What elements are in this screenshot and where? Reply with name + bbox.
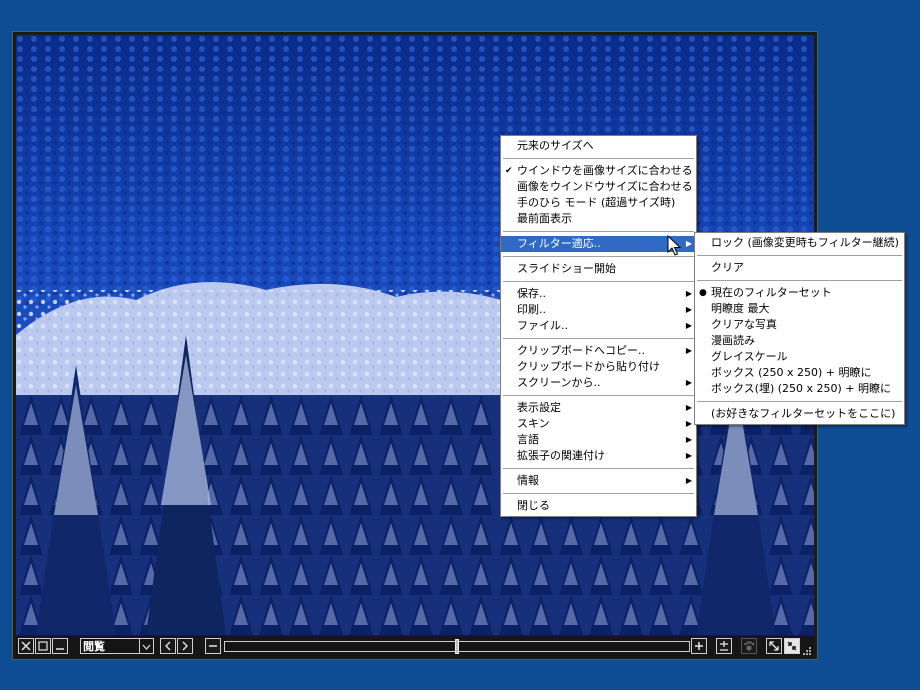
next-icon[interactable] [177,638,193,654]
zoom-slider[interactable] [224,639,690,654]
menu-item-max-sharpness[interactable]: 明瞭度 最大 [695,301,904,317]
menu-separator [503,256,694,257]
view-mode-select[interactable]: 閲覧 [80,638,154,654]
menu-item-file-association[interactable]: 拡張子の関連付け ▶ [501,448,696,464]
menu-item-label: 言語 [517,433,539,446]
menu-item-print[interactable]: 印刷.. ▶ [501,302,696,318]
shrink-icon[interactable] [784,638,800,654]
menu-item-filter-clear[interactable]: クリア [695,260,904,276]
close-icon[interactable] [18,638,34,654]
menu-item-label: 情報 [517,474,539,487]
menu-item-label: ウインドウを画像サイズに合わせる [517,164,693,177]
menu-item-file[interactable]: ファイル.. ▶ [501,318,696,334]
menu-item-copy-clipboard[interactable]: クリップボードへコピー.. ▶ [501,343,696,359]
submenu-arrow-icon: ▶ [685,305,692,314]
zoom-in-icon[interactable] [691,638,707,654]
expand-icon[interactable] [766,638,782,654]
check-icon: ✔ [505,166,513,176]
menu-item-fit-window-to-image[interactable]: ✔ ウインドウを画像サイズに合わせる [501,163,696,179]
menu-item-label: ファイル.. [517,319,568,332]
maximize-icon[interactable] [35,638,51,654]
menu-item-paste-clipboard[interactable]: クリップボードから貼り付け [501,359,696,375]
viewer-toolbar: 閲覧 [16,636,814,658]
menu-item-label: スクリーンから.. [517,376,601,389]
submenu-arrow-icon: ▶ [685,239,692,248]
view-mode-value: 閲覧 [83,640,105,653]
filter-submenu: ロック (画像変更時もフィルター継続) クリア ● 現在のフィルターセット 明瞭… [694,232,905,425]
menu-separator [503,231,694,232]
menu-item-label: 印刷.. [517,303,546,316]
previous-icon[interactable] [160,638,176,654]
submenu-arrow-icon: ▶ [685,321,692,330]
menu-item-box-fill[interactable]: ボックス(埋) (250 x 250) + 明瞭に [695,381,904,397]
chevron-down-icon [139,639,153,653]
menu-item-save[interactable]: 保存.. ▶ [501,286,696,302]
menu-item-fit-image-to-window[interactable]: 画像をウインドウサイズに合わせる [501,179,696,195]
menu-separator [503,338,694,339]
menu-separator [503,158,694,159]
submenu-arrow-icon: ▶ [685,435,692,444]
menu-item-manga[interactable]: 漫画読み [695,333,904,349]
context-menu: 元来のサイズへ ✔ ウインドウを画像サイズに合わせる 画像をウインドウサイズに合… [500,135,697,517]
submenu-arrow-icon: ▶ [685,378,692,387]
submenu-arrow-icon: ▶ [685,476,692,485]
menu-separator [503,493,694,494]
plus-minus-icon[interactable] [716,638,732,654]
menu-item-from-screen[interactable]: スクリーンから.. ▶ [501,375,696,391]
minimize-icon[interactable] [52,638,68,654]
menu-separator [503,281,694,282]
zoom-slider-thumb[interactable] [455,639,459,654]
radio-bullet-icon: ● [699,288,707,298]
menu-item-grayscale[interactable]: グレイスケール [695,349,904,365]
menu-item-filter-lock[interactable]: ロック (画像変更時もフィルター継続) [695,235,904,251]
menu-item-close[interactable]: 閉じる [501,498,696,514]
menu-item-slideshow[interactable]: スライドショー開始 [501,261,696,277]
menu-item-label: フィルター適応.. [517,237,601,250]
mouse-cursor-icon [667,235,681,256]
zoom-out-icon[interactable] [205,638,221,654]
menu-item-label: スキン [517,417,550,430]
submenu-arrow-icon: ▶ [685,289,692,298]
menu-item-label: 表示設定 [517,401,561,414]
submenu-arrow-icon: ▶ [685,451,692,460]
submenu-arrow-icon: ▶ [685,403,692,412]
submenu-arrow-icon: ▶ [685,419,692,428]
menu-item-favorite-filter[interactable]: (お好きなフィルターセットをここに) [695,406,904,422]
menu-item-original-size[interactable]: 元来のサイズへ [501,138,696,154]
submenu-arrow-icon: ▶ [685,346,692,355]
menu-item-hand-mode[interactable]: 手のひら モード (超過サイズ時) [501,195,696,211]
paw-icon[interactable] [741,638,757,654]
menu-separator [697,255,902,256]
menu-separator [697,280,902,281]
menu-item-label: クリップボードへコピー.. [517,344,645,357]
menu-separator [503,468,694,469]
menu-item-skin[interactable]: スキン ▶ [501,416,696,432]
menu-item-current-filter-set[interactable]: ● 現在のフィルターセット [695,285,904,301]
menu-separator [503,395,694,396]
menu-item-display-settings[interactable]: 表示設定 ▶ [501,400,696,416]
menu-item-box[interactable]: ボックス (250 x 250) + 明瞭に [695,365,904,381]
resize-grip-icon[interactable] [802,646,812,656]
menu-item-info[interactable]: 情報 ▶ [501,473,696,489]
menu-item-clear-photo[interactable]: クリアな写真 [695,317,904,333]
menu-item-language[interactable]: 言語 ▶ [501,432,696,448]
menu-separator [697,401,902,402]
menu-item-label: 保存.. [517,287,546,300]
menu-item-label: 拡張子の関連付け [517,449,605,462]
menu-item-label: 現在のフィルターセット [711,286,832,299]
menu-item-always-on-top[interactable]: 最前面表示 [501,211,696,227]
